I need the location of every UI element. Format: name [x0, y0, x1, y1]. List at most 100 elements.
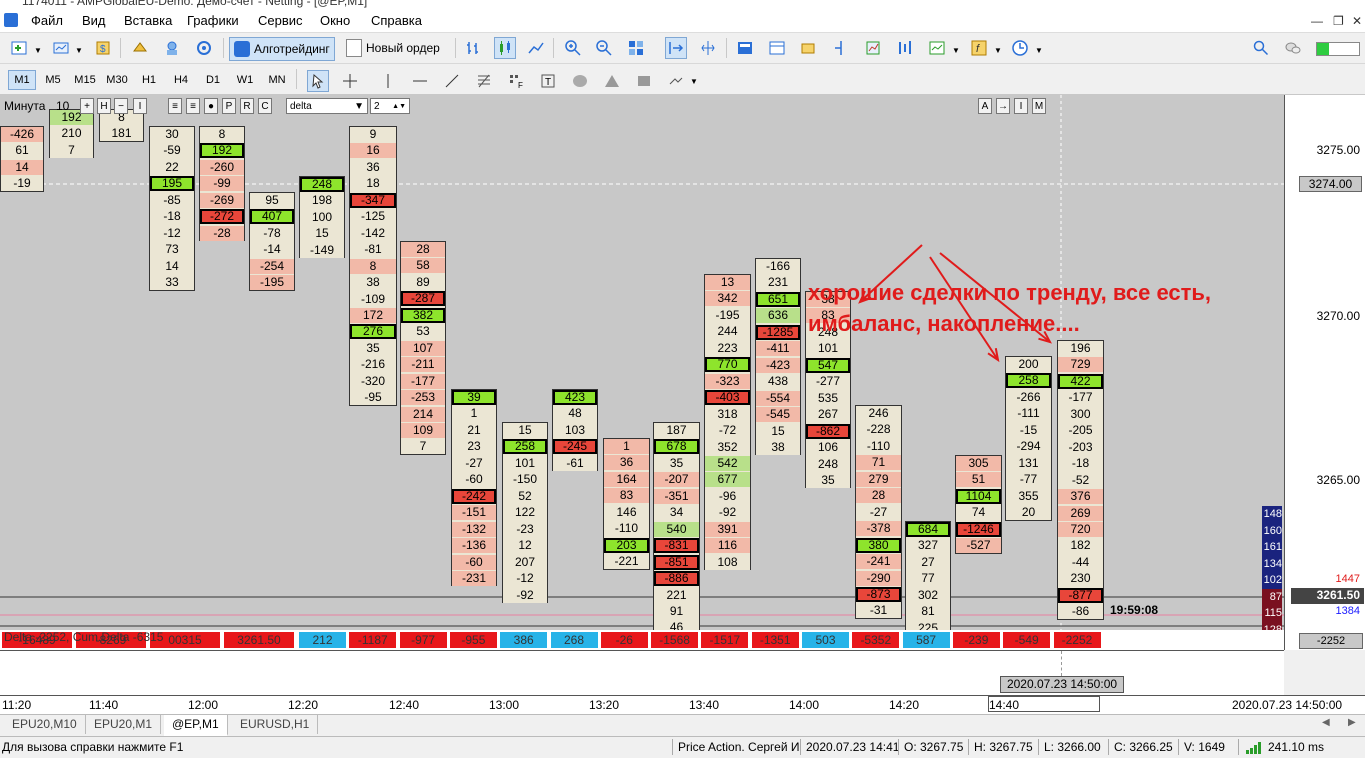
menu-file[interactable]: Файл — [31, 13, 63, 28]
footprint-bar: 8 192 -260 -99 -269 -272 -28 — [199, 126, 245, 242]
horizontal-line-icon[interactable] — [409, 70, 431, 92]
r-button[interactable]: R — [240, 98, 254, 114]
restore-icon[interactable]: ❐ — [1333, 14, 1344, 28]
chart-shift-icon[interactable] — [697, 37, 719, 59]
tab-scroll-left-icon[interactable]: ◀ — [1322, 717, 1330, 728]
candlestick-icon[interactable] — [494, 37, 516, 59]
chevron-down-icon[interactable]: ▼ — [994, 46, 1002, 55]
h-button[interactable]: H — [97, 98, 111, 114]
timeframe-d1[interactable]: D1 — [199, 70, 227, 90]
chevron-down-icon[interactable]: ▼ — [1035, 46, 1043, 55]
function-icon[interactable]: f — [968, 37, 990, 59]
i2-button[interactable]: I — [1014, 98, 1028, 114]
tile-windows-icon[interactable] — [625, 37, 647, 59]
tab-scroll-right-icon[interactable]: ▶ — [1348, 717, 1356, 728]
clock-icon[interactable] — [1009, 37, 1031, 59]
navigator-icon[interactable] — [161, 37, 183, 59]
tab-epu20-m1[interactable]: EPU20,M1 — [86, 715, 162, 734]
algotrading-button[interactable]: Алготрейдинг — [229, 37, 335, 61]
delta-value: -26 — [600, 632, 648, 648]
svg-text:F: F — [518, 81, 523, 90]
menu-view[interactable]: Вид — [82, 13, 106, 28]
chevron-down-icon[interactable]: ▼ — [952, 46, 960, 55]
signals-icon[interactable] — [193, 37, 215, 59]
market-depth-icon[interactable] — [734, 37, 756, 59]
time-scroll-box[interactable] — [988, 696, 1100, 712]
rectangle-icon[interactable] — [633, 70, 655, 92]
chevron-down-icon[interactable]: ▼ — [34, 46, 42, 55]
m-button[interactable]: M — [1032, 98, 1046, 114]
c-button[interactable]: C — [258, 98, 272, 114]
menu-help[interactable]: Справка — [371, 13, 422, 28]
timeframe-mn[interactable]: MN — [263, 70, 291, 90]
i-button[interactable]: I — [133, 98, 147, 114]
text-icon[interactable]: T — [537, 70, 559, 92]
fibo-fan-icon[interactable]: F — [505, 70, 527, 92]
vertical-line-icon[interactable] — [377, 70, 399, 92]
chevron-down-icon[interactable]: ▼ — [690, 77, 698, 86]
chevron-down-icon[interactable]: ▼ — [75, 46, 83, 55]
timeframe-m5[interactable]: M5 — [39, 70, 67, 90]
bar-chart-icon[interactable] — [462, 37, 484, 59]
indicator-select[interactable]: delta ▼ — [286, 98, 368, 114]
crosshair-icon[interactable] — [339, 70, 361, 92]
price-scale[interactable]: 3275.00 3274.00 3270.00 3265.00 1447 326… — [1284, 95, 1365, 630]
menu-insert[interactable]: Вставка — [124, 13, 172, 28]
period-value[interactable]: 10 — [56, 99, 69, 113]
templates-icon[interactable] — [926, 37, 948, 59]
a-button[interactable]: A — [978, 98, 992, 114]
menu-window[interactable]: Окно — [320, 13, 350, 28]
footprint-cell: -323 — [705, 373, 750, 389]
auto-scroll-icon[interactable] — [665, 37, 687, 59]
footprint-cell: -277 — [806, 374, 850, 390]
market-watch-icon[interactable]: $ — [92, 37, 114, 59]
dot-button[interactable]: ● — [204, 98, 218, 114]
timeframe-m30[interactable]: M30 — [103, 70, 131, 90]
menu-service[interactable]: Сервис — [258, 13, 303, 28]
timeframe-m15[interactable]: M15 — [71, 70, 99, 90]
timeframe-h4[interactable]: H4 — [167, 70, 195, 90]
minimize-icon[interactable]: — — [1311, 14, 1323, 28]
footprint-cell: 258 — [1006, 373, 1051, 389]
folders-icon[interactable] — [798, 37, 820, 59]
new-order-button[interactable]: Новый ордер — [342, 37, 444, 59]
list-button[interactable]: ≡ — [168, 98, 182, 114]
plus-button[interactable]: + — [80, 98, 94, 114]
zoom-out-icon[interactable] — [593, 37, 615, 59]
ellipse-icon[interactable] — [569, 70, 591, 92]
tab-ep-m1[interactable]: @EP,M1 — [164, 715, 228, 736]
timeframe-h1[interactable]: H1 — [135, 70, 163, 90]
window-icon[interactable] — [766, 37, 788, 59]
profiles-icon[interactable] — [50, 37, 72, 59]
search-icon[interactable] — [1250, 37, 1272, 59]
period-separator-icon[interactable] — [830, 37, 852, 59]
strategy-tester-icon[interactable] — [862, 37, 884, 59]
chat-icon[interactable] — [1282, 37, 1304, 59]
footprint-cell: 20 — [1006, 505, 1051, 521]
trendline-icon[interactable] — [441, 70, 463, 92]
chart-area[interactable]: -426 61 14 -19 192 210 7 8 181 30 -59 22 195 -85 -18 -1… — [0, 95, 1284, 630]
indicators-icon[interactable] — [894, 37, 916, 59]
more-shapes-icon[interactable] — [665, 70, 687, 92]
footprint-cell: 276 — [350, 324, 396, 340]
p-button[interactable]: P — [222, 98, 236, 114]
data-window-icon[interactable] — [129, 37, 151, 59]
zoom-in-icon[interactable] — [562, 37, 584, 59]
list2-button[interactable]: ≡ — [186, 98, 200, 114]
close-icon[interactable]: ✕ — [1352, 14, 1362, 28]
tab-eurusd-h1[interactable]: EURUSD,H1 — [232, 715, 319, 734]
timeframe-w1[interactable]: W1 — [231, 70, 259, 90]
fibonacci-icon[interactable] — [473, 70, 495, 92]
timeframe-m1[interactable]: M1 — [8, 70, 36, 90]
arrow-button[interactable]: → — [996, 98, 1010, 114]
minus-button[interactable]: − — [114, 98, 128, 114]
line-chart-icon[interactable] — [525, 37, 547, 59]
triangle-icon[interactable] — [601, 70, 623, 92]
footprint-cell: 95 — [250, 193, 294, 208]
menu-charts[interactable]: Графики — [187, 13, 239, 28]
new-chart-icon[interactable] — [8, 37, 30, 59]
cursor-icon[interactable] — [307, 70, 329, 92]
indicator-stepper[interactable]: 2 ▲▼ — [370, 98, 410, 114]
tab-epu20-m10[interactable]: EPU20,M10 — [4, 715, 86, 734]
footprint-cell: 22 — [150, 159, 194, 175]
